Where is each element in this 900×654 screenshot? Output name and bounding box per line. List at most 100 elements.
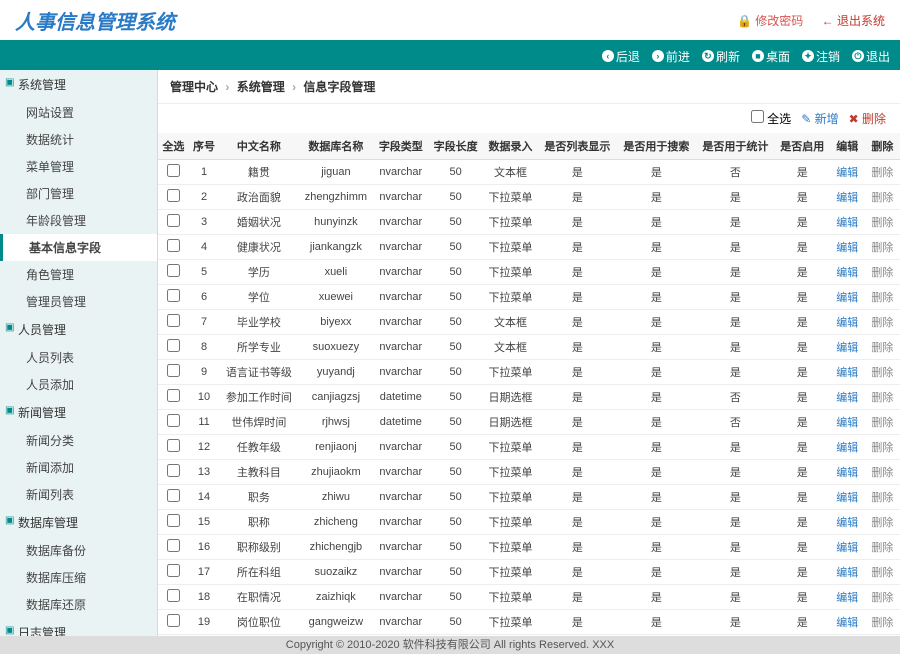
delete-link[interactable]: 删除 <box>871 542 893 554</box>
row-checkbox[interactable] <box>167 364 180 377</box>
row-checkbox[interactable] <box>167 489 180 502</box>
delete-link[interactable]: 删除 <box>871 417 893 429</box>
sidebar-item[interactable]: 人员添加 <box>0 371 157 398</box>
edit-link[interactable]: 编辑 <box>836 292 858 304</box>
refresh-button[interactable]: ↻刷新 <box>702 48 740 65</box>
sidebar-item[interactable]: 数据库备份 <box>0 537 157 564</box>
delete-link[interactable]: 删除 <box>871 367 893 379</box>
delete-link[interactable]: 删除 <box>871 342 893 354</box>
delete-link[interactable]: 删除 <box>871 442 893 454</box>
row-checkbox[interactable] <box>167 439 180 452</box>
edit-link[interactable]: 编辑 <box>836 592 858 604</box>
row-checkbox[interactable] <box>167 214 180 227</box>
exit-button[interactable]: ⏻退出 <box>852 48 890 65</box>
delete-link[interactable]: 删除 <box>871 217 893 229</box>
row-checkbox[interactable] <box>167 589 180 602</box>
delete-link[interactable]: 删除 <box>871 392 893 404</box>
sidebar-item[interactable]: 数据库压缩 <box>0 564 157 591</box>
row-checkbox[interactable] <box>167 189 180 202</box>
sidebar-group[interactable]: 人员管理 <box>0 315 157 344</box>
chevron-right-icon: › <box>225 80 229 94</box>
table-row: 11世伟焊时间rjhwsjdatetime50日期选框是是否是编辑删除 <box>158 410 900 435</box>
logout-button[interactable]: ✦注销 <box>802 48 840 65</box>
cell-search: 是 <box>617 585 696 610</box>
edit-link[interactable]: 编辑 <box>836 417 858 429</box>
edit-link[interactable]: 编辑 <box>836 367 858 379</box>
edit-link[interactable]: 编辑 <box>836 242 858 254</box>
delete-link[interactable]: 删除 <box>871 492 893 504</box>
delete-link[interactable]: 删除 <box>871 617 893 629</box>
sidebar-group[interactable]: 日志管理 <box>0 618 157 636</box>
delete-link[interactable]: 删除 <box>871 567 893 579</box>
delete-link[interactable]: 删除 <box>871 592 893 604</box>
column-header: 字段长度 <box>428 133 483 160</box>
delete-link[interactable]: 删除 <box>871 292 893 304</box>
cell-enable: 是 <box>775 260 830 285</box>
edit-link[interactable]: 编辑 <box>836 467 858 479</box>
sidebar-item[interactable]: 数据统计 <box>0 126 157 153</box>
row-checkbox[interactable] <box>167 614 180 627</box>
back-button[interactable]: ‹后退 <box>602 48 640 65</box>
sidebar-item[interactable]: 角色管理 <box>0 261 157 288</box>
row-checkbox[interactable] <box>167 389 180 402</box>
sidebar-item[interactable]: 人员列表 <box>0 344 157 371</box>
sidebar-item[interactable]: 管理员管理 <box>0 288 157 315</box>
edit-link[interactable]: 编辑 <box>836 442 858 454</box>
breadcrumb-root[interactable]: 管理中心 <box>170 80 218 94</box>
row-checkbox[interactable] <box>167 264 180 277</box>
row-checkbox[interactable] <box>167 289 180 302</box>
delete-link[interactable]: 删除 <box>871 467 893 479</box>
forward-button[interactable]: ›前进 <box>652 48 690 65</box>
cell-cn: 政治面貌 <box>219 185 298 210</box>
select-all-top[interactable]: 全选 <box>751 110 791 127</box>
row-checkbox[interactable] <box>167 239 180 252</box>
edit-link[interactable]: 编辑 <box>836 342 858 354</box>
sidebar-item[interactable]: 部门管理 <box>0 180 157 207</box>
delete-link[interactable]: 删除 <box>871 192 893 204</box>
sidebar-item[interactable]: 年龄段管理 <box>0 207 157 234</box>
delete-link[interactable]: 删除 <box>871 242 893 254</box>
row-checkbox[interactable] <box>167 464 180 477</box>
sidebar-group[interactable]: 数据库管理 <box>0 508 157 537</box>
edit-link[interactable]: 编辑 <box>836 217 858 229</box>
edit-link[interactable]: 编辑 <box>836 317 858 329</box>
edit-link[interactable]: 编辑 <box>836 192 858 204</box>
breadcrumb-l1[interactable]: 系统管理 <box>237 80 285 94</box>
edit-link[interactable]: 编辑 <box>836 267 858 279</box>
exit-system-link[interactable]: ← 退出系统 <box>822 14 885 28</box>
cell-list: 是 <box>538 610 617 635</box>
delete-link[interactable]: 删除 <box>871 167 893 179</box>
row-checkbox[interactable] <box>167 339 180 352</box>
select-all-checkbox[interactable] <box>751 110 764 123</box>
delete-link[interactable]: 删除 <box>871 317 893 329</box>
delete-link[interactable]: 删除 <box>871 267 893 279</box>
row-checkbox[interactable] <box>167 514 180 527</box>
sidebar-group[interactable]: 新闻管理 <box>0 398 157 427</box>
sidebar-item[interactable]: 新闻列表 <box>0 481 157 508</box>
row-checkbox[interactable] <box>167 539 180 552</box>
edit-link[interactable]: 编辑 <box>836 617 858 629</box>
sidebar-item[interactable]: 基本信息字段 <box>0 234 157 261</box>
add-button[interactable]: ✎ 新增 <box>801 110 838 127</box>
desktop-button[interactable]: ■桌面 <box>752 48 790 65</box>
edit-link[interactable]: 编辑 <box>836 392 858 404</box>
edit-link[interactable]: 编辑 <box>836 492 858 504</box>
row-checkbox[interactable] <box>167 564 180 577</box>
sidebar-item[interactable]: 网站设置 <box>0 99 157 126</box>
row-checkbox[interactable] <box>167 164 180 177</box>
cell-enable: 是 <box>775 235 830 260</box>
row-checkbox[interactable] <box>167 414 180 427</box>
sidebar-group[interactable]: 系统管理 <box>0 70 157 99</box>
row-checkbox[interactable] <box>167 314 180 327</box>
sidebar-item[interactable]: 菜单管理 <box>0 153 157 180</box>
sidebar-item[interactable]: 数据库还原 <box>0 591 157 618</box>
sidebar-item[interactable]: 新闻分类 <box>0 427 157 454</box>
edit-link[interactable]: 编辑 <box>836 542 858 554</box>
change-password-link[interactable]: 🔒 修改密码 <box>737 14 803 28</box>
edit-link[interactable]: 编辑 <box>836 517 858 529</box>
delete-button[interactable]: ✖ 删除 <box>849 110 886 127</box>
edit-link[interactable]: 编辑 <box>836 567 858 579</box>
delete-link[interactable]: 删除 <box>871 517 893 529</box>
edit-link[interactable]: 编辑 <box>836 167 858 179</box>
sidebar-item[interactable]: 新闻添加 <box>0 454 157 481</box>
